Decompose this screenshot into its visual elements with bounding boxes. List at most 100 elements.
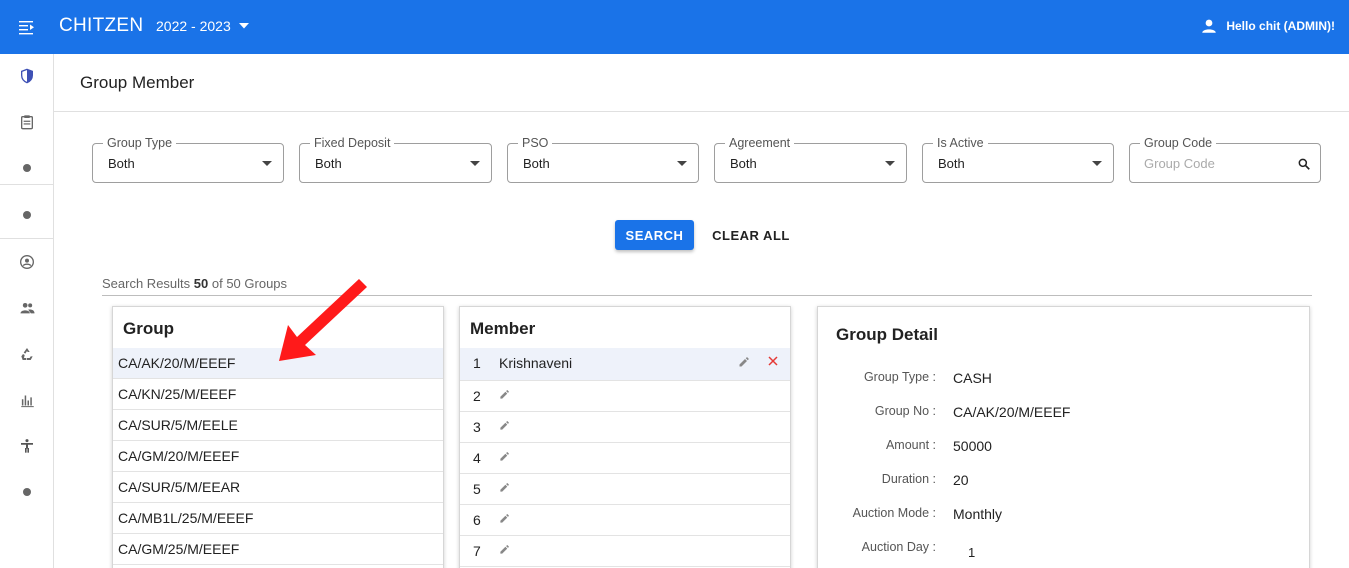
agreement-label: Agreement bbox=[725, 136, 795, 150]
pso-select[interactable]: PSO Both bbox=[507, 136, 699, 183]
member-number: 3 bbox=[473, 419, 481, 435]
fixed-deposit-value: Both bbox=[315, 156, 342, 171]
pso-value: Both bbox=[523, 156, 550, 171]
sidebar-nav bbox=[0, 54, 54, 568]
bar-chart-icon bbox=[20, 395, 34, 407]
member-row[interactable]: 4 bbox=[460, 443, 790, 474]
page-title: Group Member bbox=[80, 73, 195, 92]
group-list-item[interactable]: CA/SUR/5/M/EELE bbox=[113, 410, 443, 441]
detail-label: Duration : bbox=[881, 472, 936, 486]
member-number: 7 bbox=[473, 543, 481, 559]
sidebar-item-clipboard[interactable] bbox=[0, 107, 54, 137]
clear-all-button[interactable]: CLEAR ALL bbox=[705, 220, 797, 250]
detail-value: 20 bbox=[953, 472, 969, 488]
group-type-select[interactable]: Group Type Both bbox=[92, 136, 284, 183]
search-button[interactable]: SEARCH bbox=[615, 220, 694, 250]
agreement-value: Both bbox=[730, 156, 757, 171]
is-active-value: Both bbox=[938, 156, 965, 171]
sidebar-item-security[interactable] bbox=[0, 61, 54, 91]
group-list-item[interactable]: CA/GM/20/M/EEEF bbox=[113, 441, 443, 472]
agreement-select[interactable]: Agreement Both bbox=[714, 136, 907, 183]
edit-icon[interactable] bbox=[499, 544, 510, 555]
sidebar-divider bbox=[0, 238, 54, 239]
group-list-item[interactable]: CA/KN/25/M/EEEF bbox=[113, 379, 443, 410]
people-icon bbox=[20, 303, 34, 314]
caret-down-icon bbox=[238, 23, 249, 29]
detail-row-duration: Duration : 20 bbox=[818, 472, 1308, 492]
detail-label: Group No : bbox=[874, 404, 936, 418]
group-detail-title: Group Detail bbox=[836, 325, 939, 344]
member-panel-title: Member bbox=[470, 319, 536, 338]
top-app-bar: CHITZEN 2022 - 2023 Hello chit (ADMIN)! bbox=[0, 0, 1349, 54]
account-circle-icon bbox=[20, 255, 34, 269]
red-annotation-arrow bbox=[279, 279, 367, 361]
edit-icon[interactable] bbox=[499, 513, 510, 524]
caret-down-icon bbox=[1092, 161, 1102, 166]
sidebar-item-reports[interactable] bbox=[0, 385, 54, 415]
group-list-item[interactable]: CA/GM/25/M/EEEF bbox=[113, 534, 443, 565]
group-list-item[interactable]: CA/MB1L/25/M/EEEF bbox=[113, 503, 443, 534]
recycle-icon bbox=[21, 348, 33, 360]
edit-icon[interactable] bbox=[738, 356, 750, 368]
group-code-label: Group Code bbox=[1140, 136, 1217, 150]
fixed-deposit-label: Fixed Deposit bbox=[310, 136, 395, 150]
menu-toggle-button[interactable] bbox=[0, 0, 54, 54]
fixed-deposit-select[interactable]: Fixed Deposit Both bbox=[299, 136, 492, 183]
group-code-field[interactable]: Group Code bbox=[1129, 136, 1321, 183]
detail-label: Auction Mode : bbox=[852, 506, 936, 520]
edit-icon[interactable] bbox=[499, 451, 510, 462]
sidebar-item-dot-2[interactable] bbox=[0, 200, 54, 230]
group-type-value: Both bbox=[108, 156, 135, 171]
edit-icon[interactable] bbox=[499, 420, 510, 431]
detail-row-group-no: Group No : CA/AK/20/M/EEEF bbox=[818, 404, 1308, 424]
member-number: 2 bbox=[473, 388, 481, 404]
edit-icon[interactable] bbox=[499, 482, 510, 493]
member-row[interactable]: 2 bbox=[460, 381, 790, 412]
pso-label: PSO bbox=[518, 136, 553, 150]
member-row[interactable]: 3 bbox=[460, 412, 790, 443]
search-results-summary: Search Results 50 of 50 Groups bbox=[102, 276, 287, 291]
group-panel-title: Group bbox=[123, 319, 174, 338]
member-row[interactable]: 1 Krishnaveni bbox=[460, 348, 790, 381]
member-number: 6 bbox=[473, 512, 481, 528]
detail-value: Monthly bbox=[953, 506, 1003, 522]
page-header: Group Member bbox=[54, 54, 1349, 112]
caret-down-icon bbox=[262, 161, 272, 166]
detail-row-auction-mode: Auction Mode : Monthly bbox=[818, 506, 1308, 526]
sidebar-item-accessibility[interactable] bbox=[0, 431, 54, 461]
person-icon bbox=[1202, 19, 1217, 33]
year-selector[interactable]: 2022 - 2023 bbox=[156, 18, 249, 34]
search-icon[interactable] bbox=[1297, 157, 1311, 171]
sidebar-item-recycle[interactable] bbox=[0, 339, 54, 369]
caret-down-icon bbox=[470, 161, 480, 166]
detail-label: Group Type : bbox=[863, 370, 936, 384]
member-number: 4 bbox=[473, 450, 481, 466]
sidebar-item-dot-3[interactable] bbox=[0, 477, 54, 507]
group-type-label: Group Type bbox=[103, 136, 177, 150]
detail-label: Amount : bbox=[885, 438, 936, 452]
dot-icon bbox=[23, 164, 31, 172]
group-code-input[interactable] bbox=[1144, 156, 1284, 171]
edit-icon[interactable] bbox=[499, 389, 510, 400]
detail-row-amount: Amount : 50000 bbox=[818, 438, 1308, 458]
member-name: Krishnaveni bbox=[499, 355, 573, 371]
sidebar-item-dot-1[interactable] bbox=[0, 153, 54, 183]
member-number: 5 bbox=[473, 481, 481, 497]
user-menu[interactable]: Hello chit (ADMIN)! bbox=[1200, 17, 1335, 35]
member-row[interactable]: 5 bbox=[460, 474, 790, 505]
detail-label: Auction Day : bbox=[861, 540, 936, 554]
detail-row-group-type: Group Type : CASH bbox=[818, 370, 1308, 390]
is-active-select[interactable]: Is Active Both bbox=[922, 136, 1114, 183]
shield-icon bbox=[21, 68, 33, 84]
group-list-item[interactable]: CA/SUR/5/M/EEAR bbox=[113, 472, 443, 503]
app-brand: CHITZEN bbox=[59, 15, 144, 36]
member-row[interactable]: 7 bbox=[460, 536, 790, 567]
member-number: 1 bbox=[473, 355, 481, 371]
detail-value: CA/AK/20/M/EEEF bbox=[953, 404, 1071, 420]
member-row[interactable]: 6 bbox=[460, 505, 790, 536]
sidebar-item-people[interactable] bbox=[0, 293, 54, 323]
sidebar-item-account[interactable] bbox=[0, 247, 54, 277]
delete-icon[interactable] bbox=[767, 355, 779, 367]
caret-down-icon bbox=[677, 161, 687, 166]
detail-value: 50000 bbox=[953, 438, 992, 454]
